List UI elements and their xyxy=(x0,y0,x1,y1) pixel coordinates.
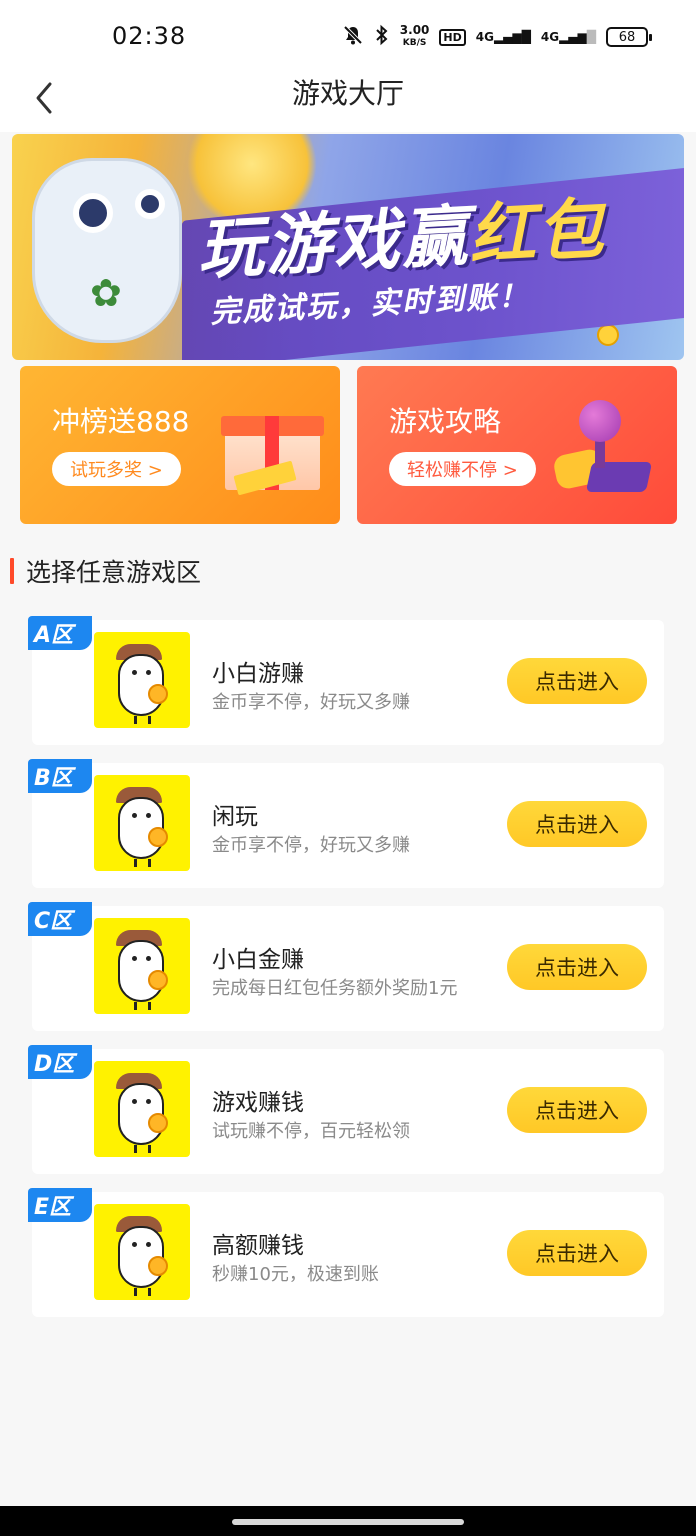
status-icons: 3.00 KB/S HD 4G▂▄▆█ 4G▂▄▆█ 68 xyxy=(342,23,652,50)
home-gesture-handle[interactable] xyxy=(232,1519,464,1525)
mascot-leg xyxy=(134,1288,137,1296)
coin-icon xyxy=(148,1113,168,1133)
zone-card-a[interactable]: A区 小白游赚 金币享不停，好玩又多赚 点击进入 xyxy=(28,616,664,745)
system-nav-bar xyxy=(0,1506,696,1536)
joystick-ball xyxy=(579,400,621,442)
zone-description: 金币享不停，好玩又多赚 xyxy=(212,835,410,856)
signal-4g-1: 4G▂▄▆█ xyxy=(475,30,531,44)
mascot-leg xyxy=(148,716,151,724)
promo-banner[interactable]: ✿ 玩游戏赢红包 完成试玩，实时到账！ xyxy=(12,134,684,360)
zone-name: 小白金赚 xyxy=(212,947,304,973)
zone-thumbnail xyxy=(94,632,190,728)
mascot-leg xyxy=(148,1145,151,1153)
mascot-leg xyxy=(148,859,151,867)
mascot-eye xyxy=(146,813,151,818)
enter-button[interactable]: 点击进入 xyxy=(507,1087,647,1133)
speed-value: 3.00 xyxy=(399,23,430,37)
mascot-eye xyxy=(146,956,151,961)
mascot-leg xyxy=(134,716,137,724)
status-bar: 02:38 3.00 KB/S HD 4G▂▄▆█ 4G▂▄▆█ 68 xyxy=(0,0,696,62)
zone-card-b[interactable]: B区 闲玩 金币享不停，好玩又多赚 点击进入 xyxy=(28,759,664,888)
mascot-eye xyxy=(132,813,137,818)
mascot-eye xyxy=(132,670,137,675)
mascot-eye xyxy=(132,956,137,961)
mascot-eye xyxy=(146,1242,151,1247)
zone-name: 游戏赚钱 xyxy=(212,1090,304,1116)
hd-badge: HD xyxy=(439,28,466,46)
promo-ranking-button[interactable]: 试玩多奖 > xyxy=(52,452,181,486)
mascot-leg xyxy=(148,1002,151,1010)
coin-icon xyxy=(148,970,168,990)
section-accent-bar xyxy=(10,558,14,584)
banner-deco-coin xyxy=(597,324,619,346)
promo-guide-button[interactable]: 轻松赚不停 > xyxy=(389,452,536,486)
zone-description: 秒赚10元，极速到账 xyxy=(212,1264,379,1285)
mascot-eye xyxy=(146,670,151,675)
coin-icon xyxy=(148,684,168,704)
signal-label-2: 4G xyxy=(540,30,560,44)
network-speed: 3.00 KB/S xyxy=(399,23,430,49)
section-title: 选择任意游戏区 xyxy=(26,558,202,587)
mascot-eye xyxy=(146,1099,151,1104)
mascot-leg xyxy=(134,1002,137,1010)
zone-description: 试玩赚不停，百元轻松领 xyxy=(212,1121,410,1142)
zone-card-c[interactable]: C区 小白金赚 完成每日红包任务额外奖励1元 点击进入 xyxy=(28,902,664,1031)
zone-thumbnail xyxy=(94,1061,190,1157)
promo-guide-title: 游戏攻略 xyxy=(389,405,502,438)
battery-indicator: 68 xyxy=(606,27,652,47)
status-time: 02:38 xyxy=(112,22,187,50)
banner-mascot: ✿ xyxy=(32,158,182,343)
mascot-leg xyxy=(134,1145,137,1153)
zone-tag: B区 xyxy=(28,759,92,793)
mascot-eye-right xyxy=(135,189,165,219)
zone-description: 完成每日红包任务额外奖励1元 xyxy=(212,978,458,999)
joystick-icon xyxy=(551,396,657,496)
zone-tag: D区 xyxy=(28,1045,92,1079)
zone-name: 高额赚钱 xyxy=(212,1233,304,1259)
mute-bell-icon xyxy=(342,24,364,50)
mascot-leg xyxy=(134,859,137,867)
enter-button[interactable]: 点击进入 xyxy=(507,658,647,704)
promo-card-ranking[interactable]: 冲榜送888 试玩多奖 > xyxy=(20,366,340,524)
app-header: 游戏大厅 xyxy=(0,62,696,132)
zone-description: 金币享不停，好玩又多赚 xyxy=(212,692,410,713)
coin-icon xyxy=(148,827,168,847)
promo-card-guide[interactable]: 游戏攻略 轻松赚不停 > xyxy=(357,366,677,524)
zone-card-d[interactable]: D区 游戏赚钱 试玩赚不停，百元轻松领 点击进入 xyxy=(28,1045,664,1174)
promo-ranking-title: 冲榜送888 xyxy=(52,405,190,438)
page-title: 游戏大厅 xyxy=(291,77,404,110)
zone-name: 闲玩 xyxy=(212,804,258,830)
zone-tag: E区 xyxy=(28,1188,92,1222)
zone-name: 小白游赚 xyxy=(212,661,304,687)
mascot-logo-mark: ✿ xyxy=(90,271,122,315)
coin-icon xyxy=(148,1256,168,1276)
mascot-leg xyxy=(148,1288,151,1296)
enter-button[interactable]: 点击进入 xyxy=(507,1230,647,1276)
zone-thumbnail xyxy=(94,918,190,1014)
zone-tag: A区 xyxy=(28,616,92,650)
signal-label-1: 4G xyxy=(475,30,494,44)
mascot-eye xyxy=(132,1242,137,1247)
zone-thumbnail xyxy=(94,775,190,871)
zone-thumbnail xyxy=(94,1204,190,1300)
zone-tag: C区 xyxy=(28,902,92,936)
enter-button[interactable]: 点击进入 xyxy=(507,801,647,847)
bluetooth-icon xyxy=(374,24,390,50)
speed-unit: KB/S xyxy=(402,38,427,48)
section-header: 选择任意游戏区 xyxy=(10,556,202,587)
zone-card-e[interactable]: E区 高额赚钱 秒赚10元，极速到账 点击进入 xyxy=(28,1188,664,1317)
mascot-eye xyxy=(132,1099,137,1104)
banner-headline-highlight: 红包 xyxy=(467,190,608,275)
enter-button[interactable]: 点击进入 xyxy=(507,944,647,990)
gift-box-icon xyxy=(221,408,324,496)
mascot-eye-left xyxy=(73,193,113,233)
signal-4g-2: 4G▂▄▆█ xyxy=(540,30,596,44)
